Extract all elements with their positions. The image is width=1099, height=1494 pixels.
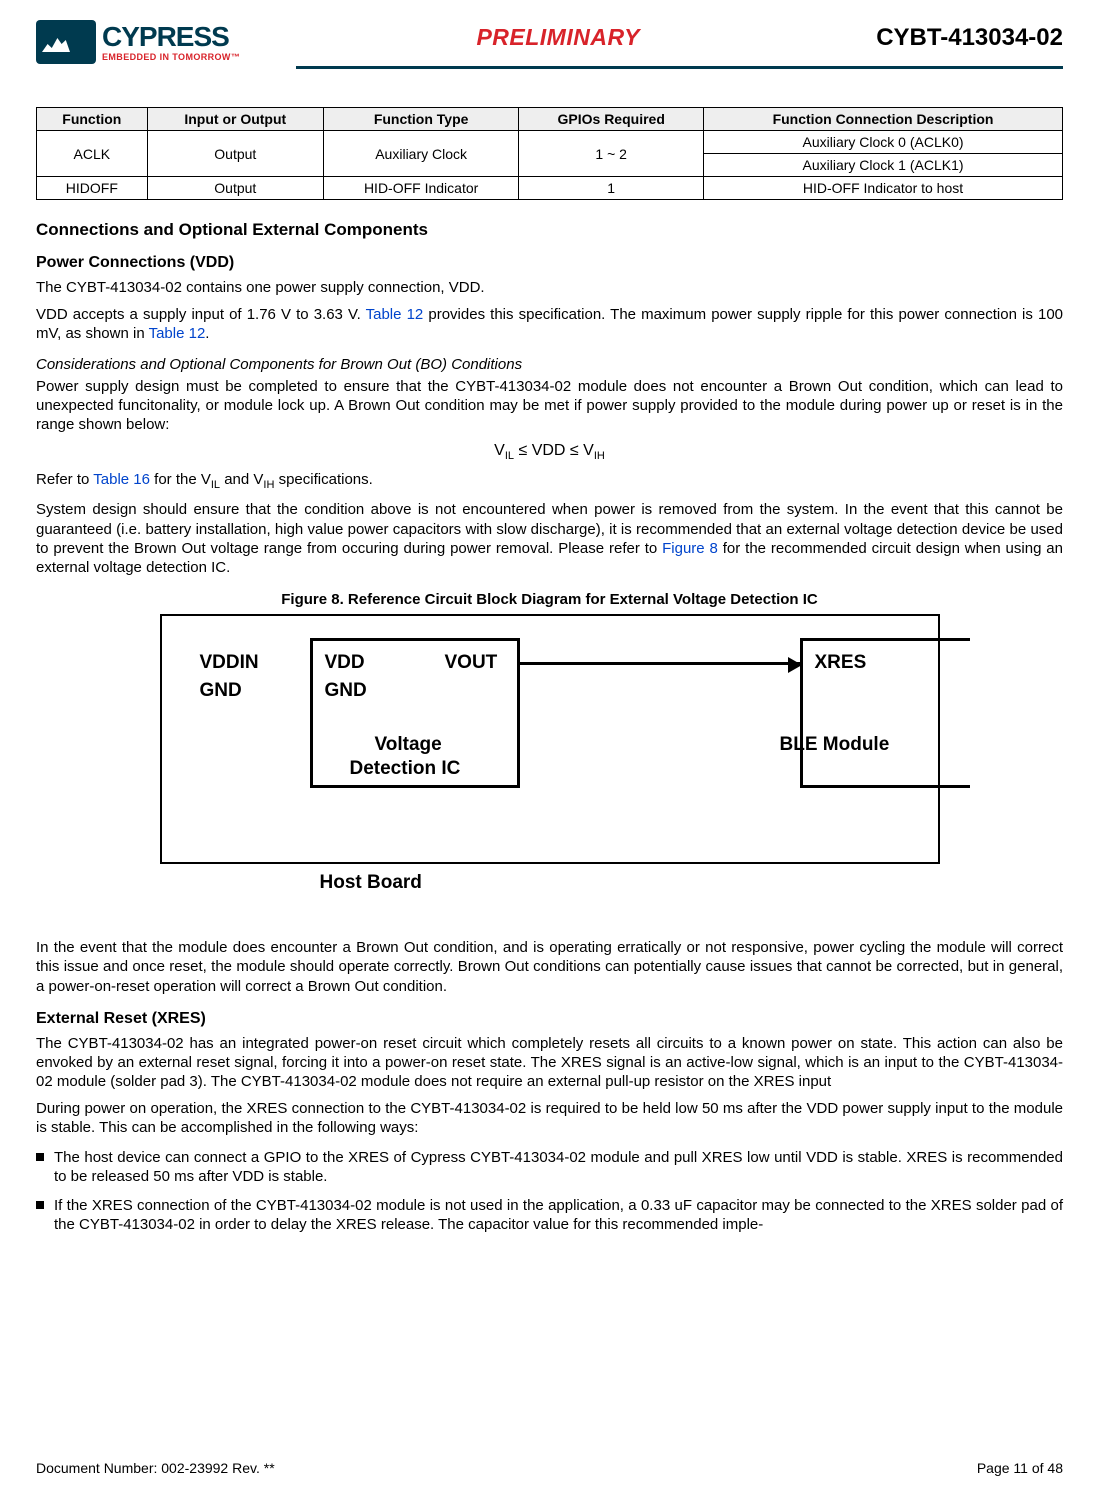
figure-label-gnd: GND: [325, 680, 367, 702]
preliminary-label: PRELIMINARY: [476, 24, 640, 50]
page-footer: Document Number: 002-23992 Rev. ** Page …: [36, 1460, 1063, 1476]
figure-label-host-board: Host Board: [320, 872, 422, 894]
list-item: If the XRES connection of the CYBT-41303…: [36, 1196, 1063, 1234]
paragraph: VDD accepts a supply input of 1.76 V to …: [36, 305, 1063, 343]
th-ftype: Function Type: [323, 108, 518, 131]
page: CYPRESS EMBEDDED IN TOMORROW™ PRELIMINAR…: [0, 0, 1099, 1494]
logo-tagline: EMBEDDED IN TOMORROW™: [102, 53, 240, 62]
paragraph: In the event that the module does encoun…: [36, 938, 1063, 996]
subscript: IL: [211, 479, 220, 491]
figure-label-vdd: VDD: [325, 652, 365, 674]
cell-desc: Auxiliary Clock 0 (ACLK0): [704, 131, 1063, 154]
text: VDD accepts a supply input of 1.76 V to …: [36, 306, 366, 323]
figure-label-ble-module: BLE Module: [780, 734, 890, 756]
link-figure8[interactable]: Figure 8: [662, 540, 718, 557]
cell-desc: Auxiliary Clock 1 (ACLK1): [704, 154, 1063, 177]
page-header: CYPRESS EMBEDDED IN TOMORROW™ PRELIMINAR…: [36, 20, 1063, 64]
paragraph: Refer to Table 16 for the VIL and VIH sp…: [36, 470, 1063, 492]
paragraph: During power on operation, the XRES conn…: [36, 1099, 1063, 1137]
th-gpios: GPIOs Required: [519, 108, 704, 131]
cell-function: ACLK: [37, 131, 148, 177]
table-header-row: Function Input or Output Function Type G…: [37, 108, 1063, 131]
paragraph: The CYBT-413034-02 has an integrated pow…: [36, 1034, 1063, 1092]
figure-arrow: [520, 662, 800, 665]
figure-label-xres: XRES: [815, 652, 867, 674]
logo-text: CYPRESS EMBEDDED IN TOMORROW™: [102, 23, 240, 62]
figure-label-vout: VOUT: [445, 652, 498, 674]
text: ≤ VDD ≤ V: [514, 442, 594, 459]
paragraph: System design should ensure that the con…: [36, 500, 1063, 577]
figure-label-gnd: GND: [200, 680, 242, 702]
th-desc: Function Connection Description: [704, 108, 1063, 131]
list-item: The host device can connect a GPIO to th…: [36, 1148, 1063, 1186]
subsection-xres-title: External Reset (XRES): [36, 1010, 1063, 1028]
part-number: CYBT-413034-02: [876, 20, 1063, 52]
subscript: IH: [594, 450, 605, 462]
section-title-connections: Connections and Optional External Compon…: [36, 220, 1063, 240]
bullet-list: The host device can connect a GPIO to th…: [36, 1148, 1063, 1235]
subsubsection-bo-title: Considerations and Optional Components f…: [36, 356, 1063, 373]
cell-ftype: Auxiliary Clock: [323, 131, 518, 177]
cell-desc: HID-OFF Indicator to host: [704, 177, 1063, 200]
table-row: HIDOFF Output HID-OFF Indicator 1 HID-OF…: [37, 177, 1063, 200]
function-table: Function Input or Output Function Type G…: [36, 107, 1063, 200]
link-table12[interactable]: Table 12: [149, 325, 206, 342]
text: Refer to: [36, 471, 93, 488]
inequality: VIL ≤ VDD ≤ VIH: [36, 442, 1063, 462]
cell-io: Output: [147, 177, 323, 200]
logo-icon: [36, 20, 96, 64]
text: .: [205, 325, 209, 342]
link-table16[interactable]: Table 16: [93, 471, 150, 488]
logo-main: CYPRESS: [102, 23, 240, 51]
subsection-vdd-title: Power Connections (VDD): [36, 254, 1063, 272]
cell-gpios: 1: [519, 177, 704, 200]
text: specifications.: [274, 471, 372, 488]
figure-caption: Figure 8. Reference Circuit Block Diagra…: [36, 591, 1063, 608]
figure-label-voltage: Voltage: [375, 734, 442, 756]
th-io: Input or Output: [147, 108, 323, 131]
text: V: [494, 442, 505, 459]
th-function: Function: [37, 108, 148, 131]
cell-function: HIDOFF: [37, 177, 148, 200]
cell-ftype: HID-OFF Indicator: [323, 177, 518, 200]
header-rule: [296, 66, 1063, 69]
paragraph: The CYBT-413034-02 contains one power su…: [36, 278, 1063, 297]
paragraph: Power supply design must be completed to…: [36, 377, 1063, 435]
cell-io: Output: [147, 131, 323, 177]
text: for the V: [150, 471, 211, 488]
logo-block: CYPRESS EMBEDDED IN TOMORROW™: [36, 20, 240, 64]
header-center: PRELIMINARY: [240, 20, 876, 51]
subscript: IH: [263, 479, 274, 491]
footer-page: Page 11 of 48: [977, 1460, 1063, 1476]
figure-label-vddin: VDDIN: [200, 652, 259, 674]
footer-docnum: Document Number: 002-23992 Rev. **: [36, 1460, 275, 1476]
text: and V: [220, 471, 263, 488]
subscript: IL: [505, 450, 514, 462]
cell-gpios: 1 ~ 2: [519, 131, 704, 177]
figure-label-detection-ic: Detection IC: [350, 758, 461, 780]
link-table12[interactable]: Table 12: [366, 306, 424, 323]
table-row: ACLK Output Auxiliary Clock 1 ~ 2 Auxili…: [37, 131, 1063, 154]
figure-8: VDDIN GND VDD GND VOUT XRES Voltage Dete…: [160, 614, 940, 914]
